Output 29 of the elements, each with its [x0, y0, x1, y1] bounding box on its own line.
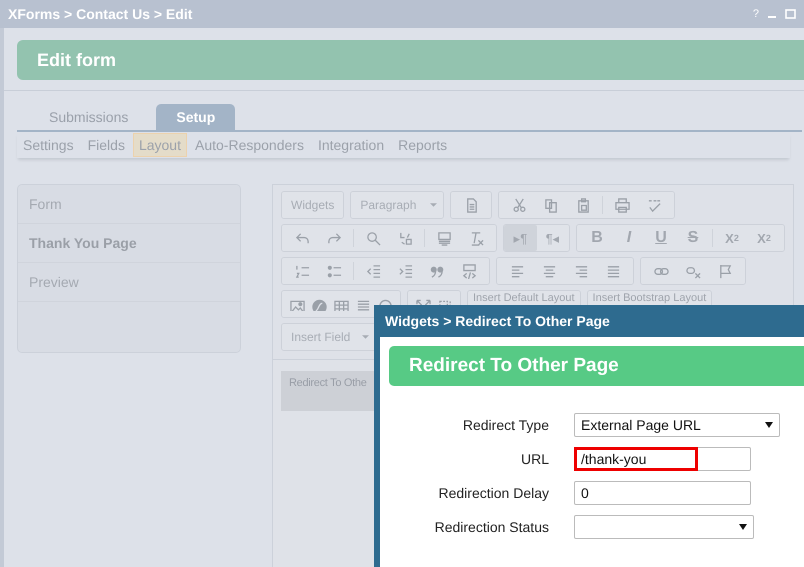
sub-tab[interactable]: Integration [312, 133, 390, 157]
text-field[interactable]: 0 [574, 481, 751, 505]
field-label: URL [520, 451, 549, 467]
window-title: XForms > Contact Us > Edit [8, 6, 194, 22]
format-button[interactable]: B [581, 226, 613, 250]
widgets-button[interactable]: Widgets [281, 191, 344, 219]
text-field[interactable]: /thank-you [574, 447, 751, 471]
format-button[interactable]: U [645, 226, 677, 250]
tab[interactable]: Setup [156, 104, 236, 130]
sub-tab[interactable]: Reports [392, 133, 454, 157]
page-heading: Edit form [37, 50, 116, 70]
tab[interactable]: Submissions [29, 104, 148, 130]
sub-tab[interactable]: Auto-Responders [189, 133, 310, 157]
field-label: Redirect Type [462, 417, 549, 433]
sub-tab[interactable]: Fields [82, 133, 131, 157]
sub-tab[interactable]: Layout [132, 133, 187, 157]
help-button[interactable]: ? [752, 8, 759, 20]
select-field[interactable]: External Page URL [574, 413, 780, 437]
dialog-heading: Redirect To Other Page [409, 355, 619, 377]
sidebar-item[interactable]: Thank You Page [18, 224, 240, 263]
text-direction-button[interactable]: ▸¶ [504, 225, 536, 251]
format-button[interactable]: S [677, 226, 709, 250]
format-button[interactable]: I [613, 226, 645, 250]
format-dropdown[interactable]: Paragraph [350, 191, 444, 219]
field-label: Redirection Delay [438, 485, 549, 501]
format-button[interactable]: X$^{2}$ [748, 226, 780, 250]
field-label: Redirection Status [434, 519, 549, 535]
text-direction-button[interactable]: ¶◂ [536, 225, 569, 251]
sub-tab[interactable]: Settings [17, 133, 80, 157]
